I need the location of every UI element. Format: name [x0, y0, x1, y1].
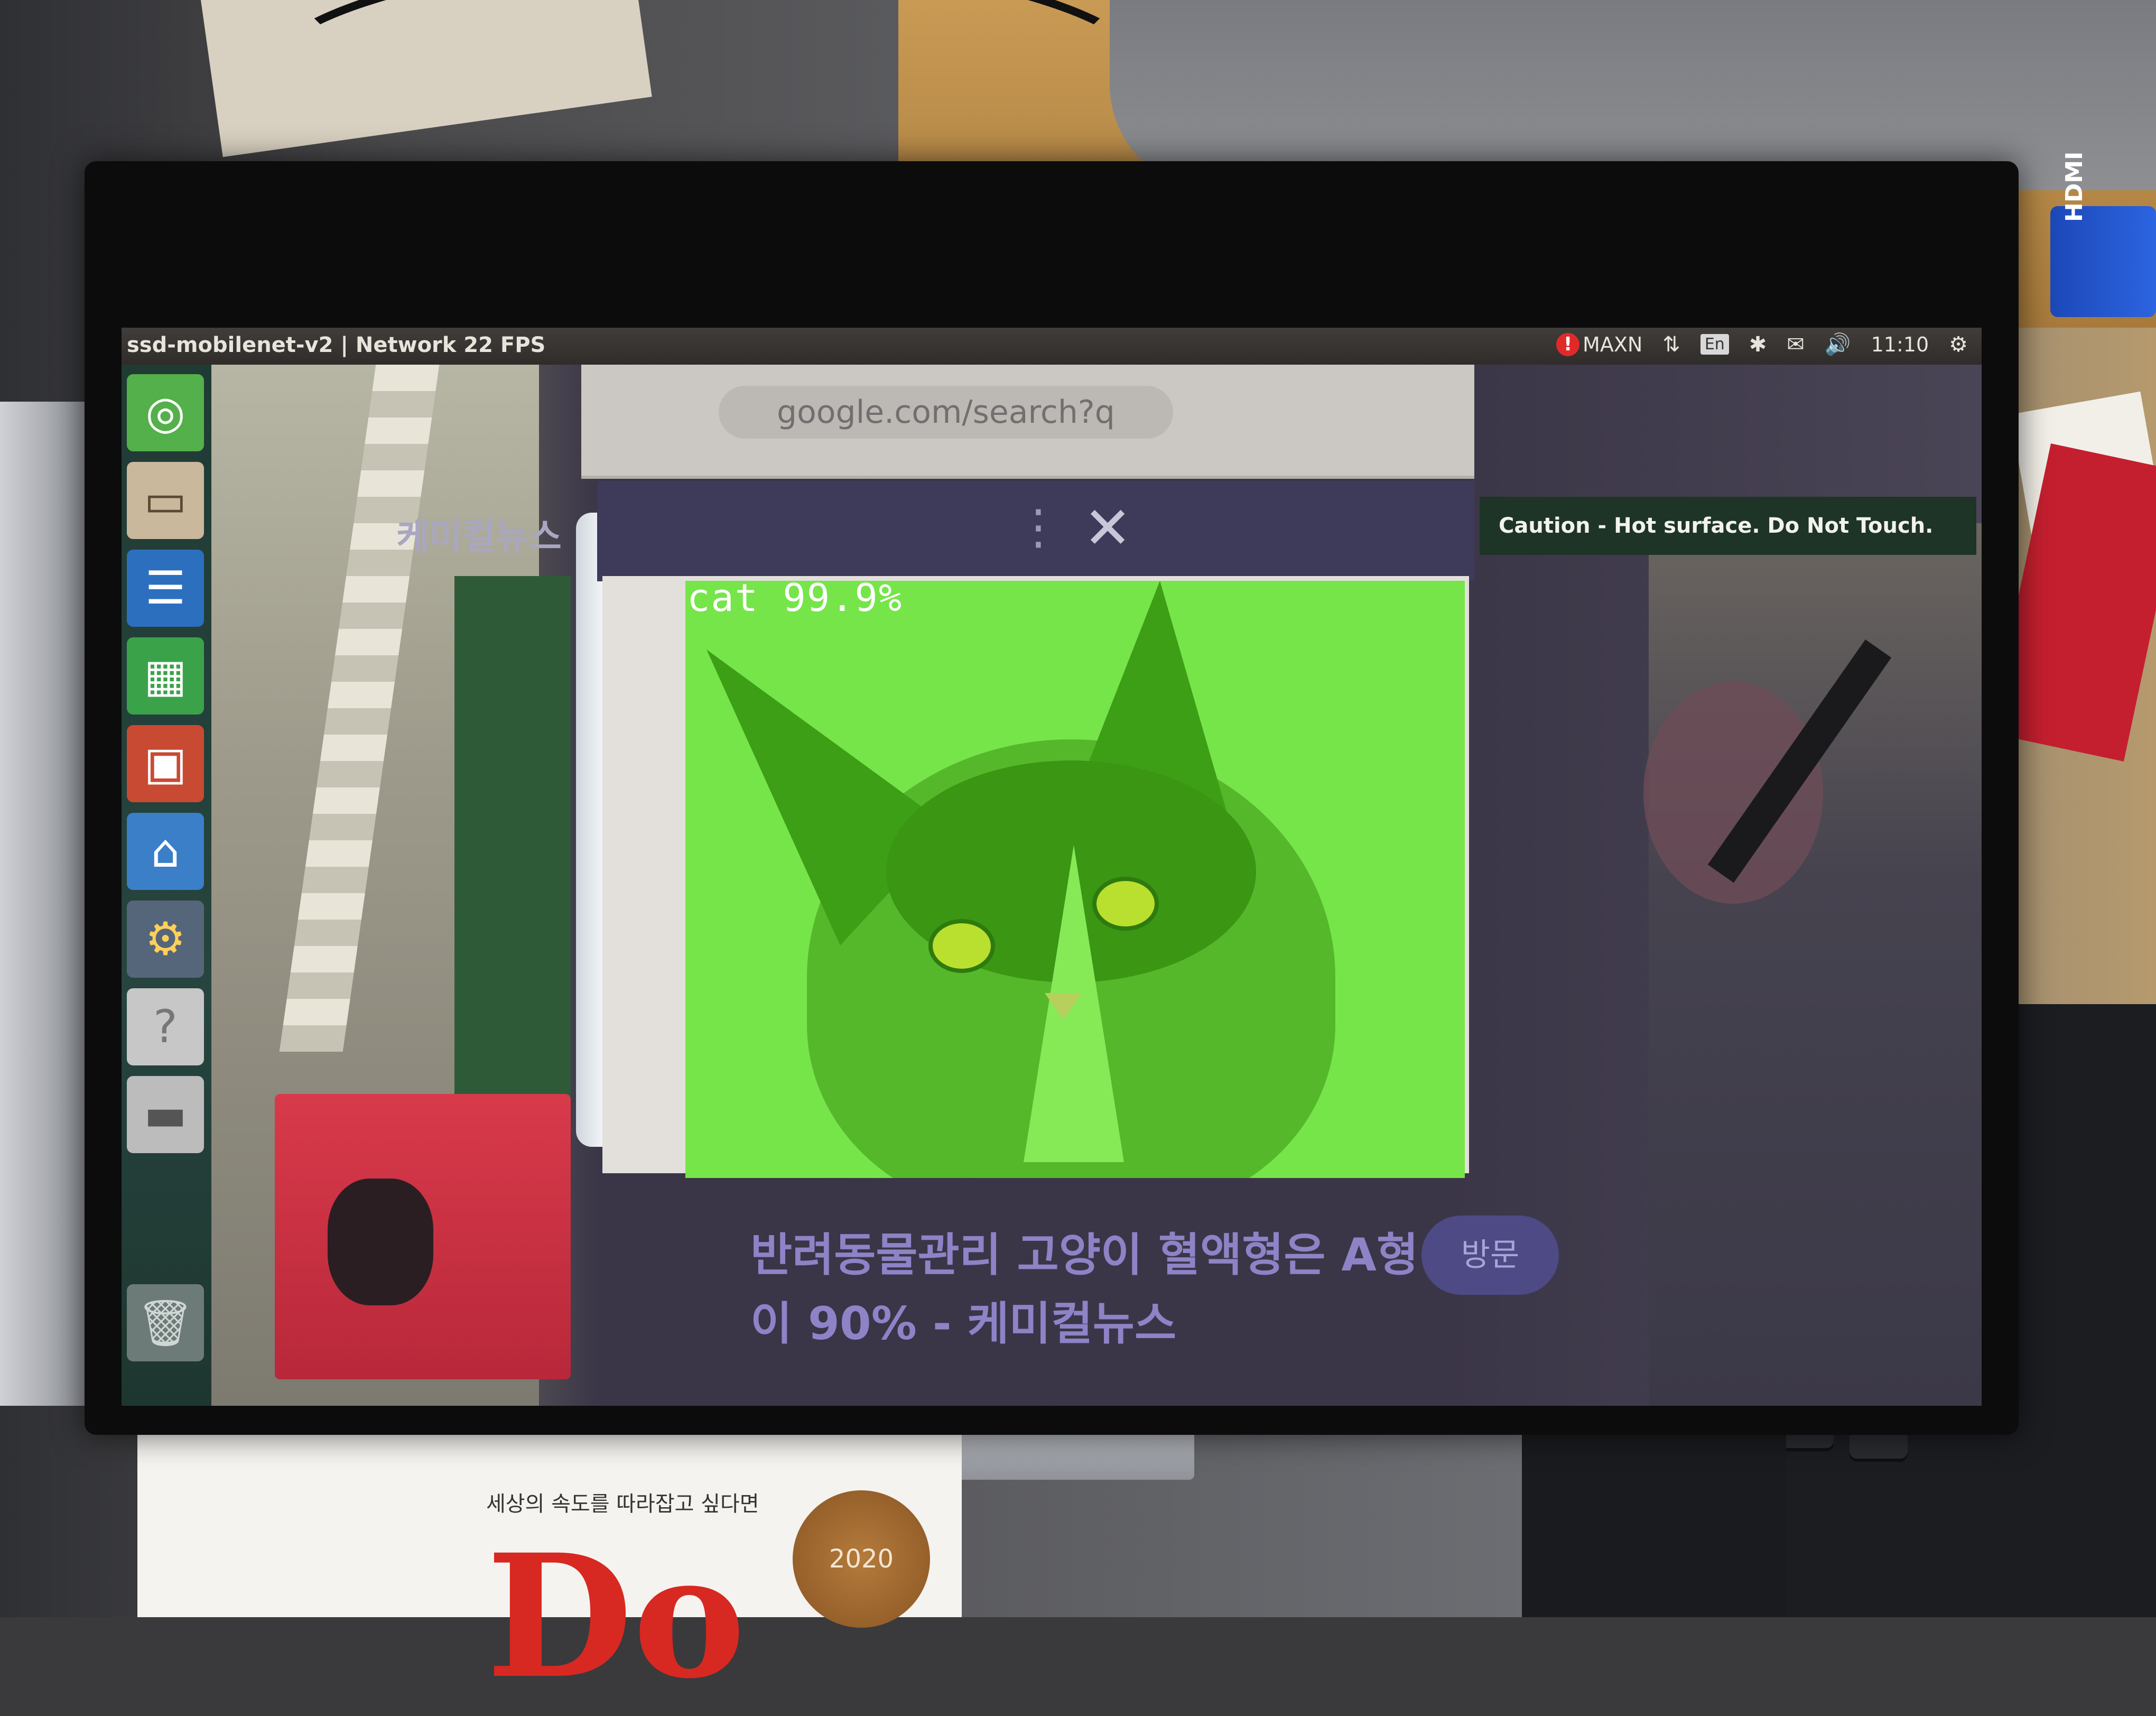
hdmi-label: HDMI: [2061, 151, 2088, 222]
presentation-icon: ▣: [144, 737, 187, 790]
feed-url-text: google.com/search?q: [719, 386, 1173, 439]
detection-box-cat: [685, 581, 1465, 1178]
keyboard-layout-indicator[interactable]: En: [1700, 334, 1729, 355]
feed-close-icon: ✕: [1083, 494, 1132, 562]
cat-eye-left: [928, 919, 995, 973]
alert-icon: !: [1556, 332, 1580, 356]
feed-phone-browser-bar: google.com/search?q: [581, 365, 1474, 479]
dev-board: [1522, 1416, 1786, 1617]
top-panel: ssd-mobilenet-v2 | Network 22 FPS ! MAXN…: [122, 328, 1982, 365]
ubuntu-logo-icon: ◎: [145, 386, 185, 439]
volume-icon[interactable]: 🔊: [1825, 332, 1851, 357]
question-mark-icon: ?: [153, 1000, 178, 1053]
side-device: [0, 402, 85, 1406]
power-mode-indicator[interactable]: ! MAXN: [1556, 332, 1643, 356]
feed-app-header-title: 케미컬뉴스: [396, 516, 562, 558]
writer-launcher-button[interactable]: ☰: [127, 550, 204, 627]
shopping-bag-icon: ⌂: [151, 825, 180, 878]
book-title: Do: [486, 1518, 746, 1716]
gear-icon[interactable]: ⚙: [1949, 332, 1968, 357]
feed-headline: 반려동물관리 고양이 혈액형은 A형이 90% - 케미컬뉴스: [750, 1229, 1419, 1350]
bluetooth-icon[interactable]: ✱: [1749, 332, 1767, 357]
dash-home-button[interactable]: ◎: [127, 374, 204, 451]
network-icon[interactable]: ⇅: [1662, 332, 1680, 357]
spreadsheet-icon: ▦: [144, 650, 187, 702]
caution-notification: Caution - Hot surface. Do Not Touch.: [1480, 497, 1976, 555]
feed-more-icon: ⋮: [1015, 499, 1062, 555]
wrench-gear-icon: ⚙: [145, 913, 186, 966]
files-launcher-button[interactable]: ▭: [127, 462, 204, 539]
calc-launcher-button[interactable]: ▦: [127, 637, 204, 715]
trash-icon: 🗑: [136, 1296, 194, 1350]
help-launcher-button[interactable]: ?: [127, 988, 204, 1065]
indicator-area: ! MAXN ⇅ En ✱ ✉ 🔊 11:10 ⚙: [1556, 332, 1968, 357]
trash-launcher-button[interactable]: 🗑: [127, 1284, 204, 1361]
software-center-button[interactable]: ⌂: [127, 813, 204, 890]
impress-launcher-button[interactable]: ▣: [127, 725, 204, 802]
feed-visit-button: 방문: [1421, 1216, 1559, 1295]
hdmi-adapter: [2050, 206, 2156, 317]
window-title: ssd-mobilenet-v2 | Network 22 FPS: [127, 333, 546, 357]
cat-eye-right: [1092, 877, 1159, 931]
mail-icon[interactable]: ✉: [1787, 332, 1805, 357]
detection-label: cat 99.9%: [687, 576, 903, 620]
document-icon: ☰: [145, 562, 186, 615]
award-seal: 2020: [793, 1490, 930, 1628]
book-tagline: 세상의 속도를 따라잡고 싶다면: [486, 1492, 759, 1516]
system-settings-button[interactable]: ⚙: [127, 901, 204, 978]
screen: ssd-mobilenet-v2 | Network 22 FPS ! MAXN…: [122, 328, 1982, 1406]
feed-red-box-opening: [328, 1179, 433, 1305]
clock[interactable]: 11:10: [1871, 333, 1929, 356]
feed-right-scene: [1649, 523, 1982, 1406]
drive-icon: ▬: [144, 1088, 187, 1141]
power-mode-label: MAXN: [1583, 332, 1643, 356]
launcher: ◎ ▭ ☰ ▦ ▣ ⌂ ⚙ ? ▬ 🗑: [122, 365, 211, 1406]
file-cabinet-icon: ▭: [144, 474, 187, 527]
drive-launcher-button[interactable]: ▬: [127, 1076, 204, 1153]
